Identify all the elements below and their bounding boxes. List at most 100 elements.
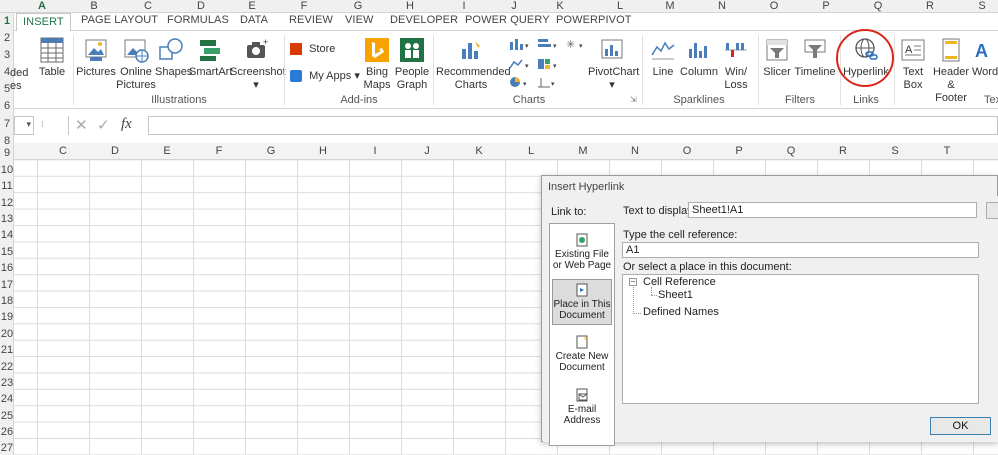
table-button[interactable]: Table (38, 37, 66, 79)
document-place-tree[interactable]: − Cell Reference Sheet1 Defined Names (622, 274, 979, 404)
tab-data[interactable]: DATA (240, 14, 268, 26)
wordart-icon: A (975, 41, 988, 61)
formula-bar: ▾ ⁝ ✕ ✓ fx (14, 113, 998, 139)
smartart-button[interactable]: SmartArt (189, 37, 233, 79)
tree-item-defined-names[interactable]: Defined Names (643, 306, 719, 318)
tab-power-query[interactable]: POWER QUERY (465, 14, 550, 26)
col-b: B (90, 0, 98, 12)
sparkline-winloss-button[interactable]: Win/ Loss (720, 37, 752, 92)
shapes-icon (159, 38, 183, 60)
tab-formulas[interactable]: FORMULAS (167, 14, 229, 26)
dialog-body: Link to: Existing File or Web Page Place… (543, 196, 998, 446)
col-s: S (978, 0, 986, 12)
row-18: 18 (0, 295, 14, 307)
tree-item-sheet1[interactable]: Sheet1 (658, 289, 693, 301)
group-separator (894, 35, 895, 105)
pivotchart-button[interactable]: PivotChart ▾ (588, 37, 639, 92)
row-23: 23 (0, 377, 14, 389)
scatter-chart-icon[interactable]: ✳ ▾ (564, 37, 588, 51)
tree-item-cell-reference[interactable]: Cell Reference (643, 276, 716, 288)
insert-function-icon[interactable]: fx (121, 116, 132, 133)
textbox-button[interactable]: A Text Box (898, 37, 928, 92)
row-20: 20 (0, 328, 14, 340)
place-in-document-label-1: Place in This (553, 299, 611, 310)
my-apps-button[interactable]: My Apps ▾ (290, 69, 360, 83)
email-label-2: Address (563, 415, 601, 426)
grid-col-l: L (527, 145, 535, 157)
hierarchy-chart-icon[interactable]: ▾ (536, 57, 560, 71)
row-1: 1 (3, 15, 11, 27)
line-chart-icon[interactable]: ▾ (508, 57, 532, 71)
header-footer-label-1: Header (932, 66, 970, 78)
smartart-label: SmartArt (189, 66, 233, 78)
dialog-title: Insert Hyperlink (548, 181, 625, 193)
col-k: K (556, 0, 564, 12)
text-to-display-input[interactable]: Sheet1!A1 (688, 202, 977, 218)
existing-file-button[interactable]: Existing File or Web Page (552, 230, 612, 274)
people-graph-button[interactable]: People Graph (394, 37, 430, 92)
bar-chart-icon[interactable]: ▾ (536, 37, 560, 51)
bing-maps-button[interactable]: Bing Maps (363, 37, 391, 92)
recommended-charts-button[interactable]: Recommended Charts (436, 37, 511, 92)
grid-col-f: F (215, 145, 223, 157)
cell-reference-input[interactable]: A1 (622, 242, 979, 258)
tab-review[interactable]: REVIEW (289, 14, 333, 26)
row-15: 15 (0, 246, 14, 258)
dialog-launcher-icon[interactable]: ⇲ (630, 95, 637, 104)
people-graph-icon (400, 38, 424, 62)
group-separator (73, 35, 74, 105)
column-chart-icon[interactable]: ▾ (508, 37, 532, 51)
screenshot-button[interactable]: + Screenshot ▾ (230, 37, 286, 92)
wordart-label: Word (972, 66, 998, 78)
wordart-button[interactable]: A Word (972, 37, 998, 79)
svg-text:A: A (905, 44, 913, 56)
stat-chart-icon[interactable]: ▾ (536, 75, 560, 89)
formula-input[interactable] (148, 116, 998, 135)
cancel-icon[interactable]: ✕ (75, 116, 88, 134)
collapse-icon[interactable]: − (629, 278, 637, 286)
timeline-button[interactable]: Timeline (794, 37, 836, 79)
row-12: 12 (0, 197, 14, 209)
ok-button[interactable]: OK (930, 417, 991, 435)
grid-col-o: O (682, 145, 692, 157)
group-label-links: Links (853, 94, 879, 106)
row-22: 22 (0, 361, 14, 373)
pie-chart-icon[interactable]: ▾ (508, 75, 532, 89)
sparkline-column-label: Column (680, 66, 718, 78)
grid-column-header: C D E F G H I J K L M N O P Q R S T (14, 143, 998, 160)
partial-label-top: ded (10, 67, 29, 79)
create-new-document-button[interactable]: ✶ Create New Document (552, 332, 612, 376)
sparkline-line-button[interactable]: Line (648, 37, 678, 79)
tab-powerpivot[interactable]: POWERPIVOT (556, 14, 632, 26)
sparkline-column-button[interactable]: Column (680, 37, 718, 79)
name-box[interactable]: ▾ (14, 116, 34, 135)
pictures-button[interactable]: Pictures (76, 37, 116, 79)
tree-connector (651, 295, 657, 296)
recommended-pivottables-button[interactable]: ded es (10, 67, 34, 93)
insert-hyperlink-dialog: Insert Hyperlink Link to: Existing File … (541, 175, 998, 446)
place-in-document-button[interactable]: Place in This Document (552, 279, 612, 325)
screentip-button[interactable] (986, 202, 998, 219)
row-26: 26 (0, 426, 14, 438)
text-to-display-label: Text to display: (623, 205, 696, 217)
row-10: 10 (0, 164, 14, 176)
tab-view[interactable]: VIEW (345, 14, 374, 26)
tab-page-layout[interactable]: PAGE LAYOUT (81, 14, 158, 26)
group-separator (642, 35, 643, 105)
table-icon (40, 37, 64, 63)
grid-col-d: D (111, 145, 119, 157)
email-address-button[interactable]: E-mail Address (552, 385, 612, 429)
online-pictures-button[interactable]: Online Pictures (116, 37, 156, 92)
shapes-button[interactable]: Shapes (155, 37, 192, 79)
slicer-button[interactable]: Slicer (762, 37, 792, 79)
recommended-charts-label-2: Charts (454, 79, 488, 91)
chevron-down-icon: ▾ (253, 79, 259, 91)
tab-developer[interactable]: DEVELOPER (390, 14, 458, 26)
store-button[interactable]: Store (290, 43, 335, 56)
col-q: Q (873, 0, 883, 12)
row-11: 11 (1, 180, 13, 192)
enter-icon[interactable]: ✓ (97, 116, 110, 134)
header-footer-button[interactable]: Header & Footer (930, 37, 972, 105)
tab-insert[interactable]: INSERT (16, 13, 71, 32)
email-icon (576, 388, 588, 402)
